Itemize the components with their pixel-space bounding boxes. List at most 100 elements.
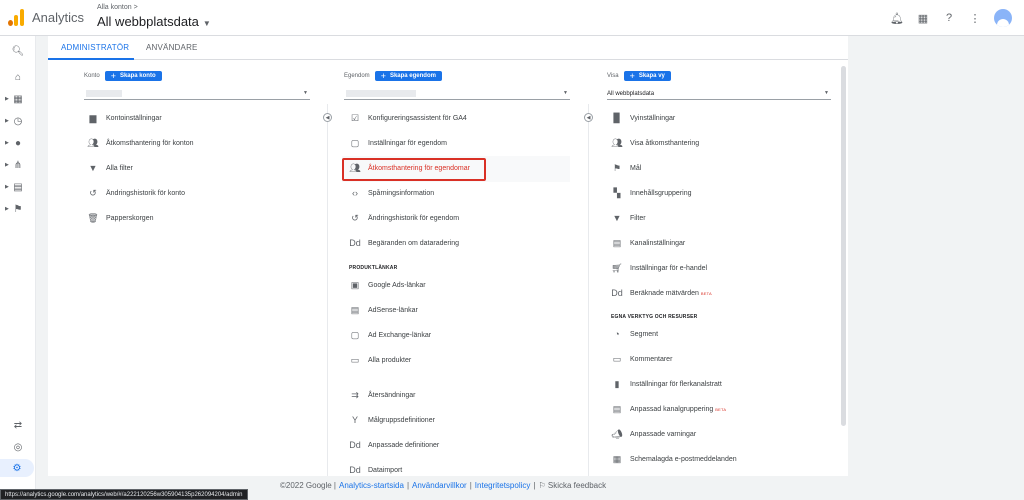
google-ads-icon: ▣ [350, 279, 360, 290]
view-select[interactable]: All webbplatsdata ▼ [607, 88, 831, 100]
tab-users[interactable]: ANVÄNDARE [146, 43, 198, 52]
scheduled-emails-item[interactable]: ▦ Schemalagda e-postmeddelanden [610, 450, 737, 468]
column-divider [327, 104, 328, 476]
content-grouping-icon: ▚ [613, 187, 621, 198]
multichannel-settings-item[interactable]: ▮ Inställningar för flerkanalstratt [610, 375, 722, 393]
property-column-label: Egendom [344, 73, 370, 79]
ad-exchange-links-item[interactable]: ▢ Ad Exchange-länkar [348, 326, 431, 344]
apps-grid-icon[interactable]: ▦ [916, 11, 930, 25]
property-settings-item[interactable]: ▢ Inställningar för egendom [348, 134, 447, 152]
view-column-label: Visa [607, 73, 619, 79]
breadcrumb[interactable]: Alla konton > [97, 4, 138, 11]
google-ads-links-item[interactable]: ▣ Google Ads-länkar [348, 276, 426, 294]
adsense-icon: ▤ [350, 304, 360, 315]
code-icon: ‹› [352, 188, 358, 198]
attribution-icon[interactable]: ⇄ [0, 416, 36, 434]
trash-item[interactable]: 🗑︎ Papperskorgen [86, 209, 153, 227]
search-icon[interactable]: 🔍︎ [0, 42, 36, 60]
account-select[interactable]: ▼ [84, 88, 310, 100]
channel-settings-item[interactable]: ▤ Kanalinställningar [610, 234, 686, 252]
custom-channel-icon: ▤ [612, 403, 622, 414]
ga4-setup-assistant-item[interactable]: ☑ Konfigureringsassistent för GA4 [348, 109, 467, 127]
feedback-button[interactable]: ⚐ Skicka feedback [538, 481, 606, 490]
browser-status-url: https://analytics.google.com/analytics/w… [0, 489, 248, 500]
acquisition-icon[interactable]: ▶ ⋔ [0, 156, 36, 174]
notifications-bell-icon[interactable]: 🔔︎ [890, 11, 904, 25]
view-filters-item[interactable]: ▼ Filter [610, 209, 646, 227]
analytics-home-link[interactable]: Analytics-startsida [339, 481, 404, 490]
custom-definitions-item[interactable]: Dd Anpassade definitioner [348, 436, 439, 454]
terms-link[interactable]: Användarvillkor [412, 481, 467, 490]
data-deletion-item[interactable]: Dd Begäranden om dataradering [348, 234, 459, 252]
avatar[interactable] [994, 9, 1012, 27]
audience-definitions-item[interactable]: Y Målgruppsdefinitioner [348, 411, 435, 429]
privacy-link[interactable]: Integritetspolicy [475, 481, 531, 490]
account-history-item[interactable]: ↺ Ändringshistorik för konto [86, 184, 185, 202]
audience-icon: Y [351, 415, 358, 425]
more-vert-icon[interactable]: ⋮ [968, 11, 982, 25]
account-access-item[interactable]: 👥︎ Åtkomsthantering för konton [86, 134, 193, 152]
discover-lightbulb-icon[interactable]: ◎ [0, 438, 36, 456]
account-title: All webbplatsdata [97, 14, 199, 29]
filter-icon: ▼ [88, 163, 98, 173]
customization-icon[interactable]: ▶ ▦ [0, 90, 36, 108]
custom-channel-grouping-item[interactable]: ▤ Anpassad kanalgruppering BETA [610, 400, 726, 418]
product-links-heading: PRODUKTLÄNKAR [349, 265, 398, 271]
people-icon: 👥︎ [611, 137, 623, 148]
ecommerce-settings-item[interactable]: 🛒︎ Inställningar för e-handel [610, 259, 707, 277]
account-settings-item[interactable]: ▆ Kontoinställningar [86, 109, 162, 127]
app-name[interactable]: Analytics [32, 10, 84, 25]
adsense-links-item[interactable]: ▤ AdSense-länkar [348, 301, 418, 319]
building-icon: ▆ [89, 112, 97, 123]
content-grouping-item[interactable]: ▚ Innehållsgruppering [610, 184, 692, 202]
create-property-button[interactable]: + Skapa egendom [374, 71, 442, 81]
all-filters-item[interactable]: ▼ Alla filter [86, 159, 133, 177]
behavior-icon[interactable]: ▶ ▤ [0, 178, 36, 196]
dropdown-arrow-icon: ▼ [824, 90, 829, 96]
dd-icon: Dd [349, 465, 361, 475]
filter-icon: ▼ [612, 213, 622, 223]
data-import-item[interactable]: Dd Dataimport [348, 461, 402, 479]
plus-icon: + [629, 71, 635, 81]
megaphone-icon: 📣︎ [611, 428, 623, 439]
create-account-button[interactable]: + Skapa konto [104, 71, 162, 81]
tracking-info-item[interactable]: ‹› Spårningsinformation [348, 184, 434, 202]
segments-item[interactable]: ◔ Segment [610, 325, 658, 343]
all-products-item[interactable]: ▭ Alla produkter [348, 351, 411, 369]
admin-panel: Konto + Skapa konto ▼ ▆ Kontoinställningar… [48, 60, 848, 476]
view-column-header: Visa + Skapa vy [607, 71, 671, 81]
scrollbar[interactable] [841, 66, 846, 426]
property-history-item[interactable]: ↺ Ändringshistorik för egendom [348, 209, 459, 227]
tab-administrator[interactable]: ADMINISTRATÖR [61, 43, 129, 52]
conversions-flag-icon[interactable]: ▶ ⚑ [0, 200, 36, 218]
annotations-item[interactable]: ▭ Kommentarer [610, 350, 673, 368]
flag-icon: ⚑ [612, 162, 622, 173]
footer-separator: | [533, 481, 536, 490]
column-divider [588, 104, 589, 476]
footer: ©2022 Google | Analytics-startsida | Anv… [280, 481, 606, 490]
multichannel-icon: ▮ [614, 378, 620, 389]
analytics-logo-icon[interactable] [8, 8, 26, 26]
dd-icon: Dd [349, 440, 361, 450]
collapse-column-icon[interactable]: ◀ [584, 113, 593, 122]
history-icon: ↺ [89, 187, 97, 198]
create-view-button[interactable]: + Skapa vy [623, 71, 671, 81]
view-settings-item[interactable]: ▉ Vyinställningar [610, 109, 676, 127]
help-icon[interactable]: ? [942, 11, 956, 25]
personal-tools-heading: EGNA VERKTYG OCH RESURSER [611, 314, 698, 320]
plus-icon: + [380, 71, 386, 81]
home-icon[interactable]: ⌂ [0, 68, 36, 86]
admin-gear-icon[interactable]: ⚙ [0, 459, 34, 477]
property-select[interactable]: ▼ [344, 88, 570, 100]
postbacks-item[interactable]: ⇉ Återsändningar [348, 386, 415, 404]
goals-item[interactable]: ⚑ Mål [610, 159, 641, 177]
view-access-item[interactable]: 👥︎ Visa åtkomsthantering [610, 134, 699, 152]
realtime-clock-icon[interactable]: ▶ ◷ [0, 112, 36, 130]
collapse-column-icon[interactable]: ◀ [323, 113, 332, 122]
admin-tabs: ADMINISTRATÖR ANVÄNDARE [48, 36, 848, 60]
account-selector[interactable]: All webbplatsdata ▼ [97, 14, 211, 29]
calculated-metrics-item[interactable]: Dd Beräknade mätvärden BETA [610, 284, 712, 302]
audience-person-icon[interactable]: ▶ ● [0, 134, 36, 152]
custom-alerts-item[interactable]: 📣︎ Anpassade varningar [610, 425, 696, 443]
dropdown-arrow-icon: ▼ [563, 90, 568, 96]
